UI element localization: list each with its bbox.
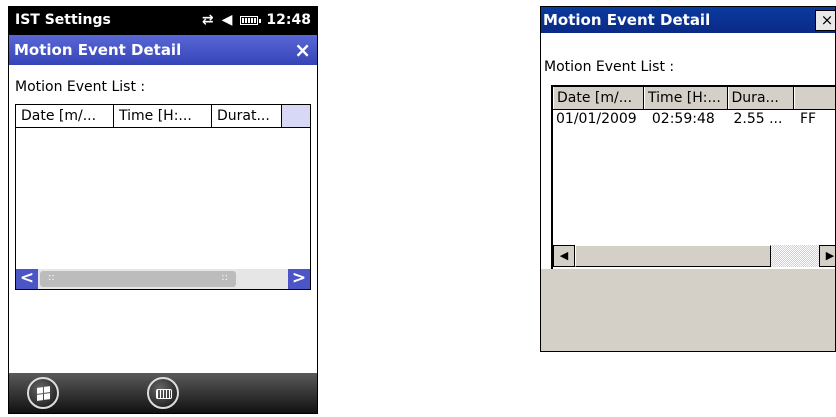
column-header-time[interactable]: Time [H:... [644,87,728,109]
status-icons: ⇄ ◀ 12:48 [202,12,311,28]
window-title-bar: Motion Event Detail × [541,7,835,33]
column-header-duration[interactable]: Dura... [727,87,794,109]
horizontal-scrollbar[interactable]: < :: :: > [16,269,310,289]
connectivity-icon: ⇄ [201,12,214,28]
speaker-icon: ◀ [221,12,233,28]
taskbar [9,373,317,413]
lower-panel [541,269,835,351]
column-header-time[interactable]: Time [H:... [114,105,212,127]
column-header-date[interactable]: Date [m/... [553,87,645,109]
motion-event-list-label: Motion Event List : [15,79,146,95]
column-header-extra[interactable] [794,87,835,109]
motion-event-list[interactable]: Date [m/... Time [H:... Durat... < :: ::… [15,104,311,290]
list-item[interactable]: 01/01/2009 02:59:48 2.55 ... FF [553,110,835,128]
close-button[interactable]: × [294,38,311,62]
scroll-left-button[interactable]: < [16,269,38,289]
window-title-bar: Motion Event Detail × [9,35,317,65]
scroll-right-button[interactable]: ▶ [819,245,835,267]
ce-screen: Motion Event Detail × Motion Event List … [540,6,836,352]
scroll-left-button[interactable]: ◀ [553,245,575,267]
keyboard-button[interactable] [147,377,179,409]
cell-duration: 2.55 ... [733,111,783,127]
scroll-thumb[interactable] [575,245,771,267]
status-bar-title: IST Settings [15,12,111,28]
scroll-right-button[interactable]: > [288,269,310,289]
keyboard-icon [156,389,172,399]
status-bar: IST Settings ⇄ ◀ 12:48 [9,7,317,35]
column-header-date[interactable]: Date [m/... [16,105,114,127]
motion-event-list[interactable]: Date [m/... Time [H:... Dura... 01/01/20… [551,85,835,269]
list-header: Date [m/... Time [H:... Durat... [16,105,310,128]
battery-icon [240,15,262,25]
scroll-thumb[interactable]: :: :: [40,271,236,287]
motion-event-list-label: Motion Event List : [544,59,675,75]
window-title: Motion Event Detail [543,11,711,29]
window-title: Motion Event Detail [14,41,182,59]
list-header: Date [m/... Time [H:... Dura... [553,87,835,110]
handheld-screen: IST Settings ⇄ ◀ 12:48 Motion Event Deta… [8,6,318,414]
column-header-duration[interactable]: Durat... [212,105,282,127]
cell-date: 01/01/2009 [556,111,637,127]
cell-extra: FF [799,111,817,127]
cell-time: 02:59:48 [651,111,715,127]
start-button[interactable] [27,377,59,409]
windows-logo-icon [37,386,50,401]
close-button[interactable]: × [815,10,835,31]
column-header-filler [282,105,310,127]
grip-right-icon: :: [221,272,228,283]
clock: 12:48 [266,12,311,28]
horizontal-scrollbar[interactable]: ◀ ▶ [553,245,835,267]
grip-left-icon: :: [48,272,55,283]
